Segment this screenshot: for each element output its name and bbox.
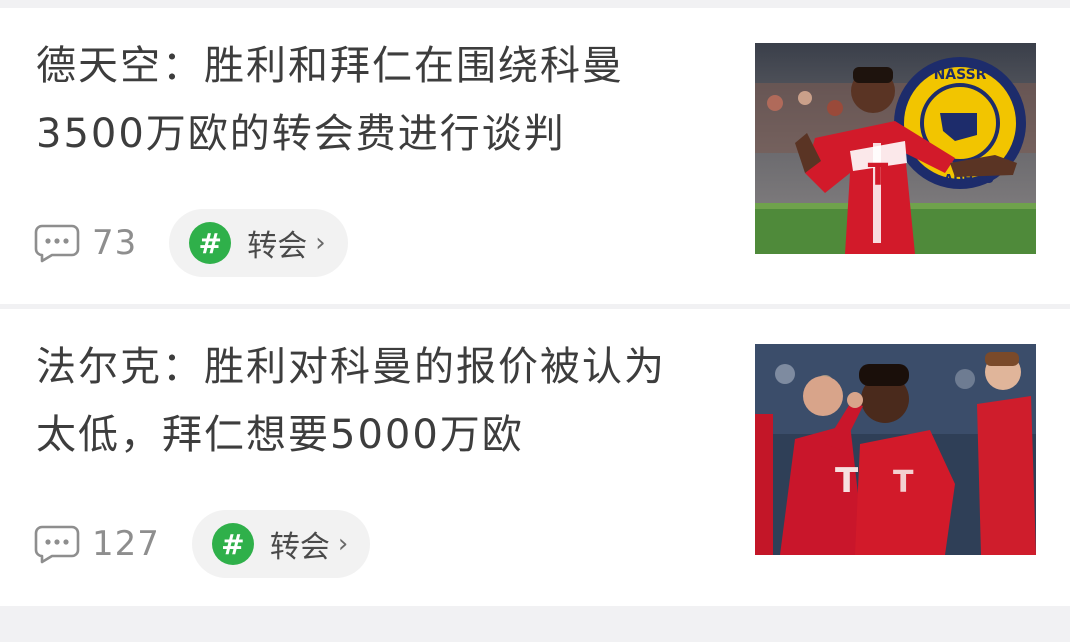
comment-count: 73 [92, 223, 138, 263]
topic-tag[interactable]: # 转会 › [169, 209, 348, 277]
topic-tag[interactable]: # 转会 › [191, 510, 371, 578]
news-card[interactable]: 德天空：胜利和拜仁在围绕科曼3500万欧的转会费进行谈判 73 # 转会 › N… [0, 8, 1070, 304]
news-meta: 73 # 转会 › [34, 208, 348, 278]
comment-button[interactable]: 127 [34, 524, 160, 564]
news-title[interactable]: 德天空：胜利和拜仁在围绕科曼3500万欧的转会费进行谈判 [36, 32, 696, 168]
comment-count: 127 [92, 524, 160, 564]
news-thumbnail[interactable]: T T [755, 344, 1036, 555]
news-title[interactable]: 法尔克：胜利对科曼的报价被认为太低，拜仁想要5000万欧 [36, 333, 696, 469]
news-meta: 127 # 转会 › [34, 509, 371, 579]
chevron-right-icon: › [337, 529, 349, 559]
hashtag-icon: # [211, 523, 254, 565]
player-celebration-image: NASSR ADH 19 T [755, 43, 1036, 254]
hashtag-icon: # [189, 222, 232, 264]
comment-icon [34, 224, 80, 263]
jersey-letter: T [835, 461, 859, 501]
logo-text-top: NASSR [934, 67, 987, 83]
news-thumbnail[interactable]: NASSR ADH 19 T [755, 43, 1036, 254]
jersey-letter: T [868, 158, 889, 193]
topic-label: 转会 [247, 229, 308, 264]
jersey-letter: T [893, 465, 914, 500]
topic-label: 转会 [269, 530, 330, 565]
comment-icon [34, 525, 80, 564]
news-feed: 德天空：胜利和拜仁在围绕科曼3500万欧的转会费进行谈判 73 # 转会 › N… [0, 0, 1070, 642]
chevron-right-icon: › [315, 228, 326, 258]
comment-button[interactable]: 73 [34, 223, 137, 263]
team-celebration-image: T T [755, 344, 1036, 555]
news-card[interactable]: 法尔克：胜利对科曼的报价被认为太低，拜仁想要5000万欧 127 # 转会 › [0, 309, 1070, 606]
